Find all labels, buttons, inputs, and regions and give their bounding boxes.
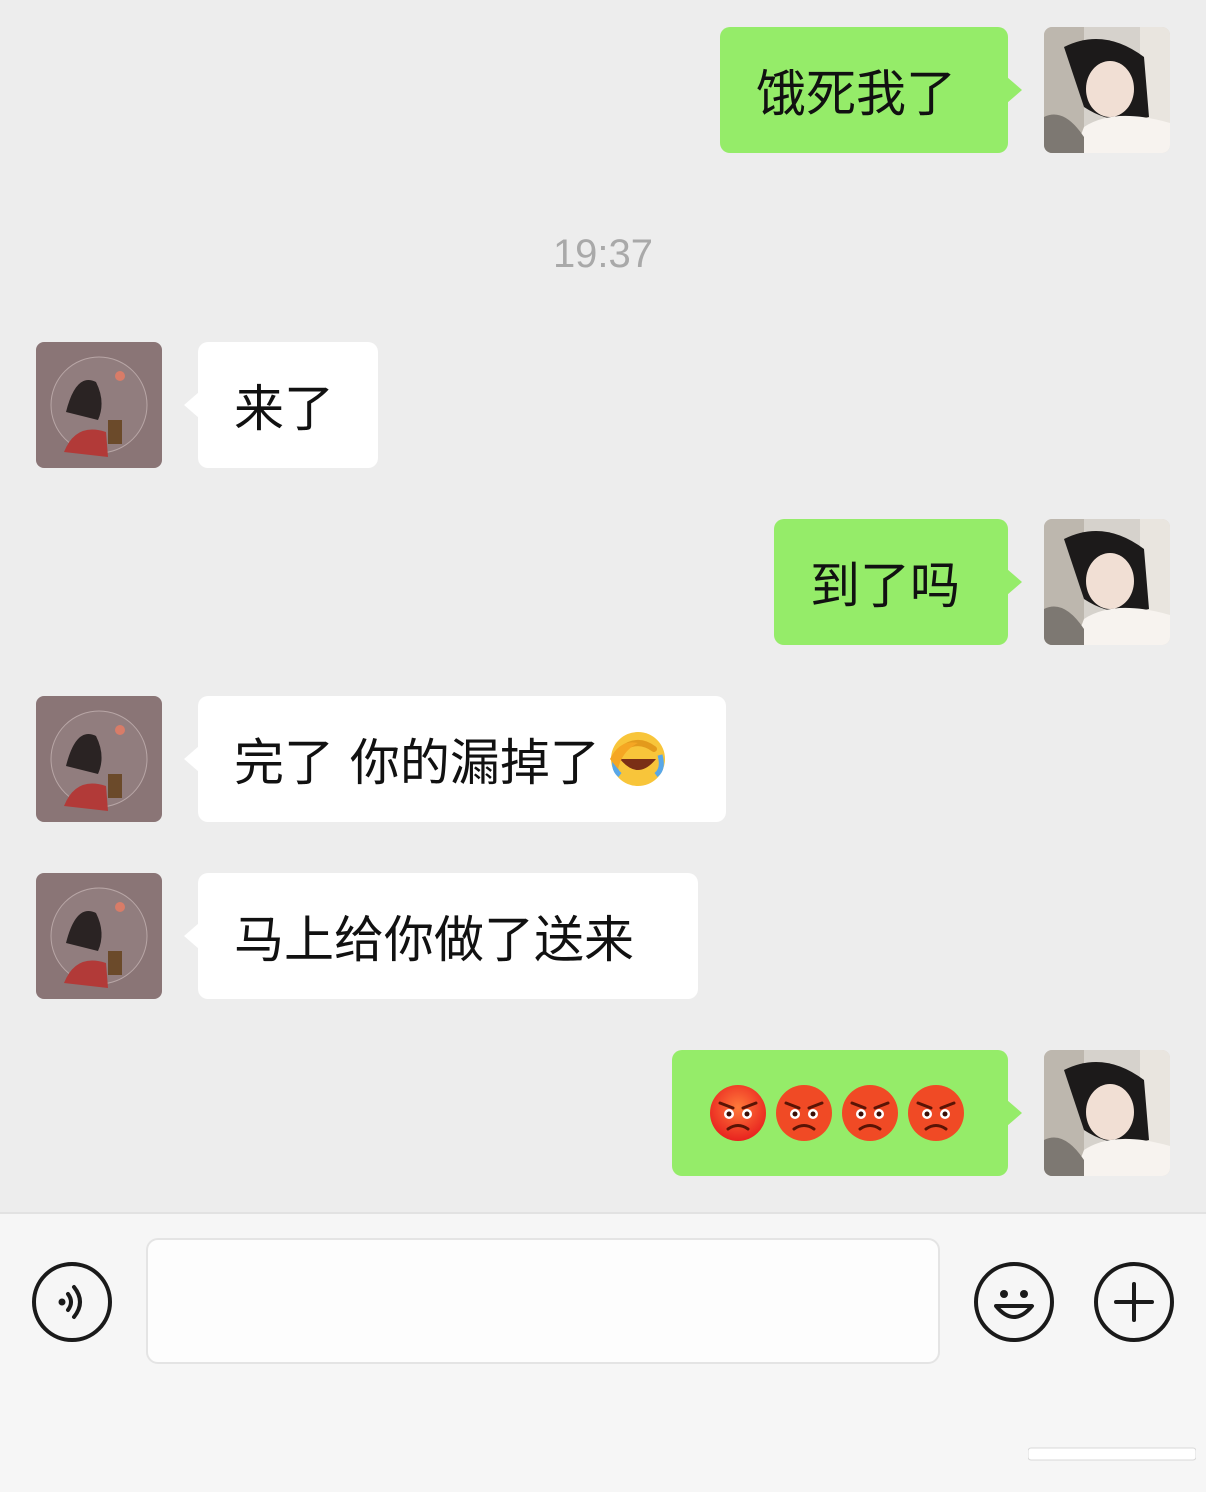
message-bubble-me[interactable]: 饿死我了 bbox=[720, 27, 1022, 153]
message-text: 到了吗 bbox=[810, 557, 960, 615]
avatar-me[interactable] bbox=[1044, 1050, 1170, 1176]
voice-icon bbox=[58, 1285, 82, 1319]
message-bubble-other[interactable]: 来了 bbox=[184, 342, 378, 468]
message-bubble-other[interactable]: 马上给你做了送来 bbox=[184, 873, 698, 999]
avatar-me[interactable] bbox=[1044, 519, 1170, 645]
message-text: 马上给你做了送来 bbox=[234, 911, 634, 969]
message-text: 饿死我了 bbox=[756, 65, 956, 123]
message-input[interactable] bbox=[146, 1238, 940, 1364]
timestamp: 19:37 bbox=[552, 232, 654, 276]
message-text: 完了 你的漏掉了 bbox=[234, 734, 600, 792]
composer-bar bbox=[0, 1212, 1206, 1492]
chat-area: 饿死我了 19:37 来了 到了吗 完了 你的漏掉了 马上给你做了送来 bbox=[0, 0, 1206, 1212]
message-bubble-me[interactable] bbox=[672, 1050, 1022, 1176]
avatar-other[interactable] bbox=[36, 873, 162, 999]
avatar-me[interactable] bbox=[1044, 27, 1170, 153]
avatar-other[interactable] bbox=[36, 696, 162, 822]
emoji-row bbox=[708, 1083, 966, 1143]
angry-face-icon bbox=[840, 1083, 900, 1143]
plus-icon bbox=[1114, 1282, 1154, 1322]
angry-face-icon bbox=[708, 1083, 768, 1143]
message-text: 来了 bbox=[234, 380, 334, 438]
emoji-icon bbox=[994, 1290, 1034, 1319]
angry-face-icon bbox=[774, 1083, 834, 1143]
voice-button[interactable] bbox=[32, 1262, 112, 1342]
message-bubble-me[interactable]: 到了吗 bbox=[774, 519, 1022, 645]
message-bubble-other[interactable]: 完了 你的漏掉了 bbox=[184, 696, 726, 822]
avatar-other[interactable] bbox=[36, 342, 162, 468]
watermark-icon bbox=[1028, 1447, 1196, 1461]
angry-face-icon bbox=[906, 1083, 966, 1143]
emoji-button[interactable] bbox=[974, 1262, 1054, 1342]
plus-button[interactable] bbox=[1094, 1262, 1174, 1342]
face-with-tears-of-joy-icon bbox=[608, 729, 668, 789]
